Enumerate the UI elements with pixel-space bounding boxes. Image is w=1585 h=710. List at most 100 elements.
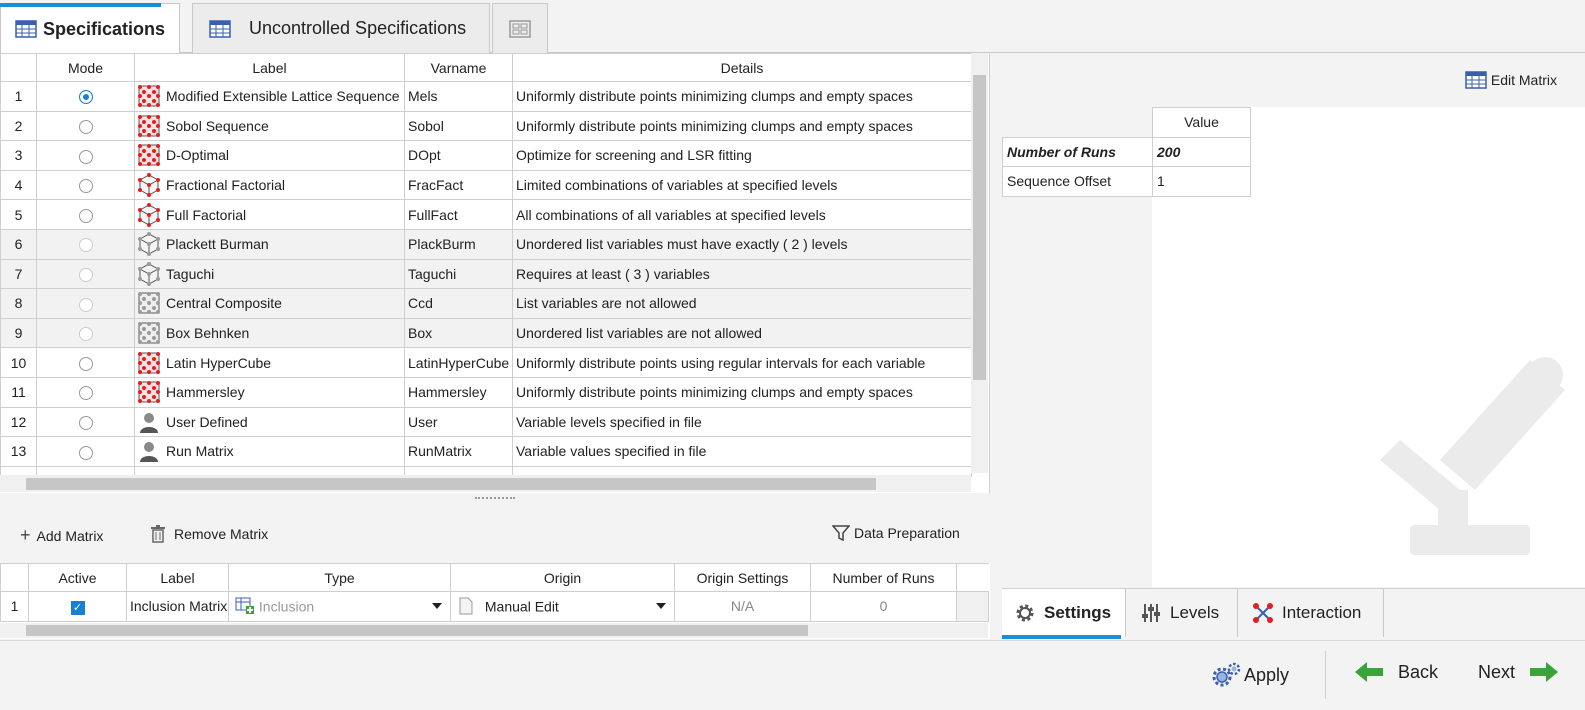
origin-settings-cell: N/A (674, 591, 811, 622)
mode-radio[interactable] (78, 90, 93, 105)
apply-button[interactable]: Apply (1210, 661, 1289, 689)
mode-radio (78, 297, 93, 312)
vertical-scrollbar[interactable] (971, 53, 988, 473)
tab-uncontrolled-specifications[interactable]: Uncontrolled Specifications (192, 3, 490, 53)
red-lattice-icon (137, 114, 161, 138)
panel-splitter[interactable] (475, 497, 515, 501)
user-icon (137, 410, 161, 434)
inclusion-icon (235, 597, 254, 615)
table-row[interactable]: 10 Latin HyperCube LatinHyperCube Uniforml… (0, 347, 972, 378)
footer-divider (1325, 651, 1326, 699)
origin-dropdown[interactable]: Manual Edit (450, 591, 675, 622)
mode-radio (78, 268, 93, 282)
tab-settings-label: Settings (1044, 603, 1112, 622)
matrix-row[interactable]: 1 ✓ Inclusion Matrix Inclusion Manual Ed… (0, 591, 989, 622)
label-cell: Latin HyperCube (134, 347, 405, 378)
matrix-horizontal-scrollbar[interactable] (0, 623, 988, 638)
add-matrix-button[interactable]: + Add Matrix (20, 525, 103, 546)
trash-icon (151, 525, 165, 543)
tab-layout[interactable] (492, 3, 548, 53)
interaction-icon (1253, 603, 1273, 623)
column-header-type[interactable]: Type (228, 563, 451, 592)
tab-levels[interactable]: Levels (1128, 589, 1238, 637)
mode-cell[interactable] (36, 110, 135, 142)
mode-cell[interactable] (36, 406, 135, 438)
back-label: Back (1398, 661, 1439, 682)
mode-radio[interactable] (78, 179, 93, 194)
mode-radio[interactable] (78, 208, 93, 223)
tab-settings[interactable]: Settings (1002, 589, 1126, 639)
mode-radio[interactable] (78, 415, 93, 430)
gray-lattice-icon (137, 291, 161, 315)
table-row[interactable]: 1 Modified Extensible Lattice Sequence Me… (0, 81, 972, 112)
table-row[interactable]: 13 Run Matrix RunMatrix Variable values spe… (0, 436, 972, 467)
mode-radio[interactable] (78, 120, 93, 135)
horizontal-scrollbar[interactable] (0, 475, 971, 492)
matrix-label-cell[interactable]: Inclusion Matrix (126, 591, 229, 622)
row-label: Run Matrix (166, 443, 234, 460)
mode-radio[interactable] (78, 149, 93, 164)
chevron-down-icon[interactable] (432, 603, 442, 609)
mode-cell[interactable] (36, 199, 135, 230)
column-header-details[interactable]: Details (512, 53, 972, 82)
matrix-scrollbar-thumb[interactable] (26, 625, 808, 636)
varname-cell: PlackBurm (404, 228, 513, 260)
chevron-down-icon[interactable] (656, 603, 666, 609)
column-header-origin[interactable]: Origin (450, 563, 675, 592)
vertical-scrollbar-thumb[interactable] (973, 75, 986, 380)
mode-cell (36, 317, 135, 349)
column-header-label[interactable]: Label (134, 53, 405, 82)
row-number: 4 (0, 169, 37, 201)
type-dropdown[interactable]: Inclusion (228, 591, 451, 622)
parameter-row[interactable]: Number of Runs 200 (1002, 136, 1251, 168)
mode-radio[interactable] (78, 386, 93, 401)
mode-cell[interactable] (36, 169, 135, 201)
table-row[interactable]: 3 D-Optimal DOpt Optimize for screening an… (0, 140, 972, 171)
back-button[interactable]: Back (1354, 661, 1438, 683)
data-preparation-button[interactable]: Data Preparation (832, 525, 960, 541)
parameter-value[interactable]: 1 (1152, 166, 1251, 197)
mode-radio[interactable] (78, 445, 93, 460)
label-cell: Hammersley (134, 376, 405, 408)
column-header-mode[interactable]: Mode (36, 53, 135, 82)
tab-specifications[interactable]: Specifications (0, 3, 180, 54)
horizontal-scrollbar-thumb[interactable] (26, 478, 876, 490)
edit-matrix-button[interactable]: Edit Matrix (1465, 71, 1557, 89)
table-row[interactable]: 5 Full Factorial FullFact All combinations… (0, 199, 972, 230)
footer-bar: Apply Back Next (0, 640, 1585, 710)
active-checkbox[interactable]: ✓ (70, 600, 85, 615)
mode-cell[interactable] (36, 376, 135, 408)
row-number: 13 (0, 436, 37, 467)
mode-radio[interactable] (78, 356, 93, 371)
row-label: Plackett Burman (166, 236, 269, 253)
varname-cell: Hammersley (404, 376, 513, 408)
label-cell: Sobol Sequence (134, 110, 405, 142)
next-button[interactable]: Next (1478, 661, 1559, 683)
mode-cell[interactable] (36, 347, 135, 378)
column-header-origin-settings[interactable]: Origin Settings (674, 563, 811, 592)
column-header-active[interactable]: Active (28, 563, 127, 592)
parameter-value[interactable]: 200 (1152, 136, 1251, 168)
mode-cell[interactable] (36, 436, 135, 467)
column-header-label[interactable]: Label (126, 563, 229, 592)
matrix-header-row: Active Label Type Origin Origin Settings… (0, 563, 989, 592)
gear-icon (1016, 604, 1034, 622)
tab-interaction-label: Interaction (1282, 603, 1362, 622)
mode-cell[interactable] (36, 81, 135, 112)
parameter-row[interactable]: Sequence Offset 1 (1002, 166, 1251, 197)
table-row[interactable]: 12 User Defined User Variable levels specif… (0, 406, 972, 438)
column-header-number-of-runs[interactable]: Number of Runs (810, 563, 957, 592)
remove-matrix-button[interactable]: Remove Matrix (150, 525, 268, 543)
tab-interaction[interactable]: Interaction (1240, 589, 1384, 637)
gray-cube-icon (137, 261, 161, 286)
mode-cell[interactable] (36, 140, 135, 171)
details-cell: Limited combinations of variables at spe… (512, 169, 972, 201)
active-cell[interactable]: ✓ (28, 591, 127, 622)
type-value: Inclusion (258, 598, 315, 615)
varname-cell: Taguchi (404, 258, 513, 290)
table-row[interactable]: 4 Fractional Factorial FracFact Limited co… (0, 169, 972, 201)
column-header-value: Value (1152, 107, 1251, 138)
table-row[interactable]: 11 Hammersley Hammersley Uniformly distrib… (0, 376, 972, 408)
table-row[interactable]: 2 Sobol Sequence Sobol Uniformly distribut… (0, 110, 972, 142)
column-header-varname[interactable]: Varname (404, 53, 513, 82)
